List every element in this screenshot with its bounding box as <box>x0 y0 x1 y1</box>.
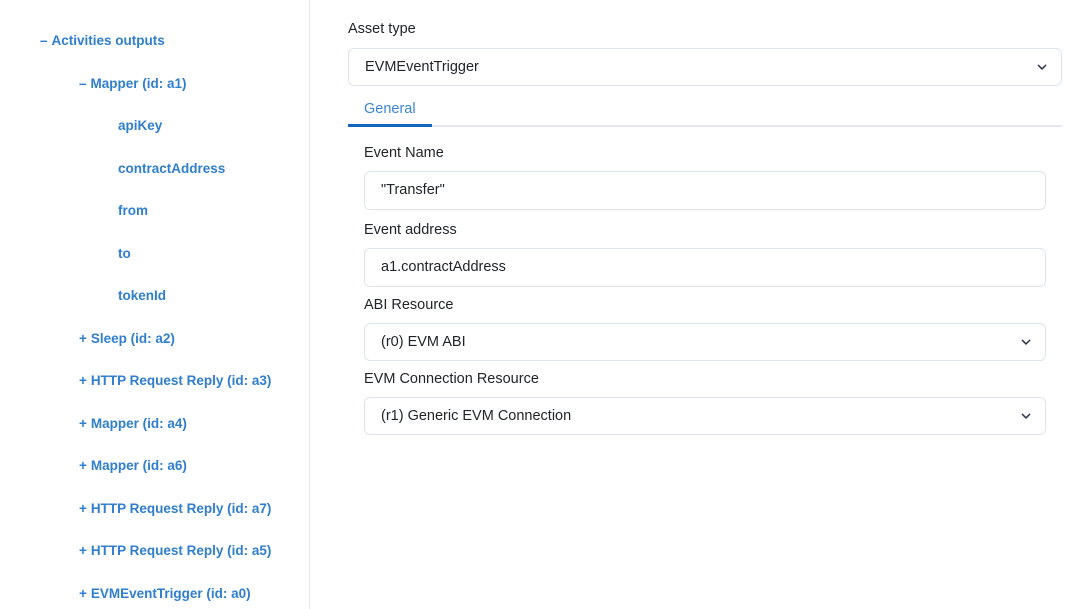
field-evm-connection-resource: EVM Connection Resource (r1) Generic EVM… <box>364 370 1079 435</box>
expand-toggle-icon[interactable]: + <box>79 544 87 558</box>
tree-node-label: apiKey <box>118 118 163 133</box>
tree-node-label: Mapper (id: a1) <box>90 75 187 91</box>
general-tab-form: Event Name "Transfer" Event address a1.c… <box>348 127 1079 435</box>
app-root: – Activities outputs – Mapper (id: a1) api… <box>0 0 1079 609</box>
evm-connection-resource-select[interactable]: (r1) Generic EVM Connection <box>364 396 1046 435</box>
tree-node-label: contractAddress <box>118 160 226 176</box>
tree-leaf-to[interactable]: to <box>0 245 309 261</box>
tree-node-label: Activities outputs <box>51 33 165 48</box>
activities-outputs-tree: – Activities outputs – Mapper (id: a1) api… <box>0 0 310 609</box>
collapse-toggle-icon[interactable]: – <box>40 34 48 48</box>
expand-toggle-icon[interactable]: + <box>79 374 87 388</box>
expand-toggle-icon[interactable]: + <box>79 331 87 346</box>
expand-toggle-icon[interactable]: + <box>79 586 87 601</box>
abi-resource-label: ABI Resource <box>364 296 454 313</box>
tree-leaf-tokenid[interactable]: tokenId <box>0 289 309 303</box>
expand-toggle-icon[interactable]: + <box>79 459 87 473</box>
tree-node-label: HTTP Request Reply (id: a7) <box>90 500 272 516</box>
asset-type-select[interactable]: EVMEventTrigger <box>348 47 1062 86</box>
tree-node-mapper-a6[interactable]: + Mapper (id: a6) <box>0 459 309 473</box>
tree-node-label: EVMEventTrigger (id: a0) <box>90 585 251 601</box>
evm-connection-resource-label: EVM Connection Resource <box>364 370 539 387</box>
tab-general[interactable]: General <box>348 102 432 127</box>
tree-node-label: Mapper (id: a4) <box>90 415 187 431</box>
tree-node-label: HTTP Request Reply (id: a3) <box>90 373 272 388</box>
chevron-down-icon <box>1037 64 1047 70</box>
tree-node-http-request-reply-a3[interactable]: + HTTP Request Reply (id: a3) <box>0 374 309 388</box>
tree-leaf-from[interactable]: from <box>0 204 309 218</box>
tree-node-sleep-a2[interactable]: + Sleep (id: a2) <box>0 330 309 346</box>
field-abi-resource: ABI Resource (r0) EVM ABI <box>364 296 1079 361</box>
event-address-value: a1.contractAddress <box>381 259 506 276</box>
tree-node-activities-outputs[interactable]: – Activities outputs <box>0 34 309 48</box>
tree-node-label: to <box>118 245 131 261</box>
tree-node-label: HTTP Request Reply (id: a5) <box>90 543 272 558</box>
expand-toggle-icon[interactable]: + <box>79 501 87 516</box>
evm-connection-resource-value: (r1) Generic EVM Connection <box>381 407 572 424</box>
field-event-name: Event Name "Transfer" <box>364 144 1079 210</box>
asset-type-label: Asset type <box>348 21 416 37</box>
event-name-input[interactable]: "Transfer" <box>364 170 1046 210</box>
chevron-down-icon <box>1021 339 1031 345</box>
tree-node-label: tokenId <box>118 288 167 303</box>
tree-node-evmeventtrigger-a0[interactable]: + EVMEventTrigger (id: a0) <box>0 585 309 601</box>
tree-node-mapper-a4[interactable]: + Mapper (id: a4) <box>0 415 309 431</box>
event-address-input[interactable]: a1.contractAddress <box>364 247 1046 287</box>
tree-node-label: Mapper (id: a6) <box>90 458 187 473</box>
abi-resource-select[interactable]: (r0) EVM ABI <box>364 322 1046 361</box>
tree-leaf-contractaddress[interactable]: contractAddress <box>0 160 309 176</box>
asset-type-value: EVMEventTrigger <box>365 58 479 75</box>
expand-toggle-icon[interactable]: + <box>79 416 87 431</box>
field-event-address: Event address a1.contractAddress <box>364 221 1079 287</box>
tree-node-http-request-reply-a7[interactable]: + HTTP Request Reply (id: a7) <box>0 500 309 516</box>
tree-node-mapper-a1[interactable]: – Mapper (id: a1) <box>0 75 309 91</box>
event-name-value: "Transfer" <box>381 182 445 199</box>
tab-bar: General <box>348 96 1062 127</box>
asset-detail-panel: Asset type EVMEventTrigger General Event… <box>310 0 1079 609</box>
tree-node-http-request-reply-a5[interactable]: + HTTP Request Reply (id: a5) <box>0 544 309 558</box>
event-name-label: Event Name <box>364 144 444 161</box>
abi-resource-value: (r0) EVM ABI <box>381 333 466 350</box>
tree-node-label: from <box>118 203 148 218</box>
tree-node-label: Sleep (id: a2) <box>90 330 175 346</box>
event-address-label: Event address <box>364 221 457 238</box>
tree-leaf-apikey[interactable]: apiKey <box>0 119 309 133</box>
collapse-toggle-icon[interactable]: – <box>79 76 87 91</box>
chevron-down-icon <box>1021 413 1031 419</box>
